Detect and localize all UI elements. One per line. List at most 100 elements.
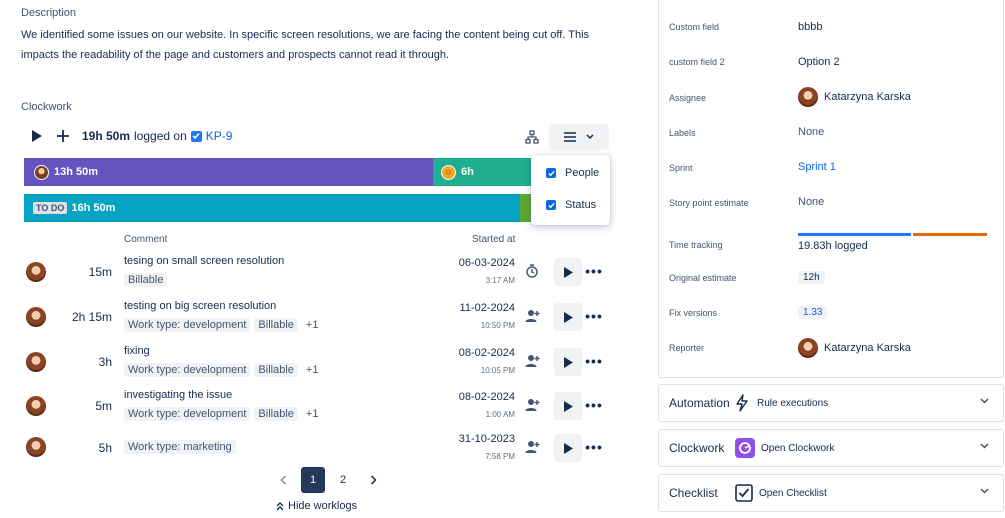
description-line: We identified some issues on our website… (21, 29, 590, 41)
hierarchy-button[interactable] (520, 125, 544, 149)
worklog-row: 5m investigating the issue Work type: de… (24, 387, 614, 427)
card-subtitle: Rule executions (757, 397, 829, 409)
play-button[interactable] (554, 392, 582, 420)
hide-worklogs-label: Hide worklogs (288, 500, 358, 512)
tag: Work type: marketing (124, 440, 236, 454)
worklog-comment: tesing on small screen resolution (124, 255, 285, 267)
more-icon[interactable]: ••• (585, 353, 603, 369)
tag: Billable (254, 363, 298, 377)
worklog-tags: Work type: development Billable +1 (124, 407, 322, 421)
worklog-tags: Work type: development Billable +1 (124, 363, 322, 377)
sprint-link[interactable]: Sprint 1 (798, 161, 836, 173)
estimate-badge: 12h (798, 271, 825, 284)
labels-value[interactable]: None (798, 126, 824, 138)
worklog-row: 15m tesing on small screen resolution Bi… (24, 253, 614, 293)
column-header-comment: Comment (124, 234, 168, 245)
stopwatch-icon[interactable] (524, 263, 540, 279)
version-badge: 1.33 (798, 306, 828, 319)
field-label: Labels (669, 128, 696, 138)
more-icon[interactable]: ••• (585, 263, 603, 279)
clockwork-card[interactable]: Clockwork Open Clockwork (658, 429, 1004, 467)
card-subtitle: Open Checklist (759, 487, 827, 499)
original-estimate-value[interactable]: 12h (798, 271, 825, 284)
more-tags-badge[interactable]: +1 (302, 407, 323, 421)
plus-icon (57, 130, 69, 142)
segment-label: 6h (461, 166, 474, 178)
more-tags-badge[interactable]: +1 (302, 363, 323, 377)
tag: Billable (254, 407, 298, 421)
page-button-1[interactable]: 1 (301, 467, 325, 493)
hierarchy-icon (525, 130, 539, 144)
story-points-value[interactable]: None (798, 196, 824, 208)
worklog-tags: Work type: development Billable +1 (124, 318, 322, 332)
reporter-name: Katarzyna Karska (824, 342, 911, 354)
next-page-button[interactable] (361, 467, 385, 493)
play-button[interactable] (554, 348, 582, 376)
lightning-icon (736, 394, 748, 412)
checkbox-checked-icon[interactable] (546, 200, 556, 210)
avatar (26, 262, 46, 282)
menu-icon (564, 132, 576, 142)
play-icon (563, 266, 573, 278)
clockwork-app-icon (735, 438, 755, 458)
worklog-duration: 3h (98, 355, 112, 369)
worklog-time: 3:17 AM (485, 276, 515, 285)
dropdown-item-people[interactable]: People (546, 167, 599, 179)
page-button-2[interactable]: 2 (331, 467, 355, 493)
issue-key-link[interactable]: KP-9 (206, 129, 233, 143)
checkbox-checked-icon[interactable] (546, 168, 556, 178)
worklog-time: 1:00 AM (485, 410, 515, 419)
fix-versions-value[interactable]: 1.33 (798, 306, 828, 319)
worklog-comment: testing on big screen resolution (124, 300, 277, 312)
time-tracking-bar[interactable] (798, 233, 987, 236)
play-icon (563, 442, 573, 454)
card-title: Clockwork (669, 441, 725, 455)
more-icon[interactable]: ••• (585, 308, 603, 324)
avatar: ☺ (441, 164, 456, 180)
add-person-icon[interactable] (524, 308, 540, 324)
worklog-date: 06-03-2024 (458, 257, 515, 269)
log-work-button[interactable] (50, 123, 76, 149)
chevron-right-icon (370, 475, 377, 485)
add-person-icon[interactable] (524, 353, 540, 369)
worklog-tags: Billable (124, 273, 168, 287)
play-button[interactable] (554, 303, 582, 331)
logged-on-label: logged on (134, 129, 187, 143)
worklog-time: 10:05 PM (480, 366, 515, 375)
add-person-icon[interactable] (524, 397, 540, 413)
more-icon[interactable]: ••• (585, 397, 603, 413)
field-label: Custom field (669, 22, 720, 32)
field-label: Fix versions (669, 308, 718, 318)
play-button[interactable] (554, 258, 582, 286)
start-timer-button[interactable] (24, 123, 50, 149)
hide-worklogs-button[interactable]: Hide worklogs (276, 500, 357, 512)
task-type-icon (190, 130, 202, 142)
dropdown-item-status[interactable]: Status (546, 199, 596, 211)
worklog-duration: 5h (98, 441, 112, 455)
status-segment[interactable]: TO DO 16h 50m (24, 194, 520, 222)
add-person-icon[interactable] (524, 439, 540, 455)
group-by-menu-button[interactable] (549, 124, 609, 150)
assignee-name: Katarzyna Karska (824, 91, 911, 103)
automation-card[interactable]: Automation Rule executions (658, 384, 1004, 422)
custom-field-value[interactable]: bbbb (798, 21, 822, 33)
assignee-value[interactable]: Katarzyna Karska (798, 87, 911, 107)
description-line: impacts the readability of the page and … (21, 49, 450, 61)
worklog-date: 31-10-2023 (458, 433, 515, 445)
checklist-card[interactable]: Checklist Open Checklist (658, 474, 1004, 512)
avatar (26, 396, 46, 416)
person-segment[interactable]: 13h 50m (24, 158, 433, 186)
play-button[interactable] (554, 434, 582, 462)
custom-field-2-value[interactable]: Option 2 (798, 56, 840, 68)
worklog-time: 7:58 PM (485, 452, 515, 461)
description-text[interactable]: We identified some issues on our website… (21, 25, 621, 65)
worklog-duration: 5m (95, 399, 112, 413)
chevron-left-icon (279, 475, 286, 485)
chevron-down-icon (980, 398, 989, 404)
reporter-value[interactable]: Katarzyna Karska (798, 338, 911, 358)
worklog-row: 5h Work type: marketing 31-10-2023 7:58 … (24, 431, 614, 471)
more-icon[interactable]: ••• (585, 439, 603, 455)
more-tags-badge[interactable]: +1 (302, 318, 323, 332)
prev-page-button[interactable] (271, 467, 295, 493)
worklog-date: 08-02-2024 (458, 391, 515, 403)
